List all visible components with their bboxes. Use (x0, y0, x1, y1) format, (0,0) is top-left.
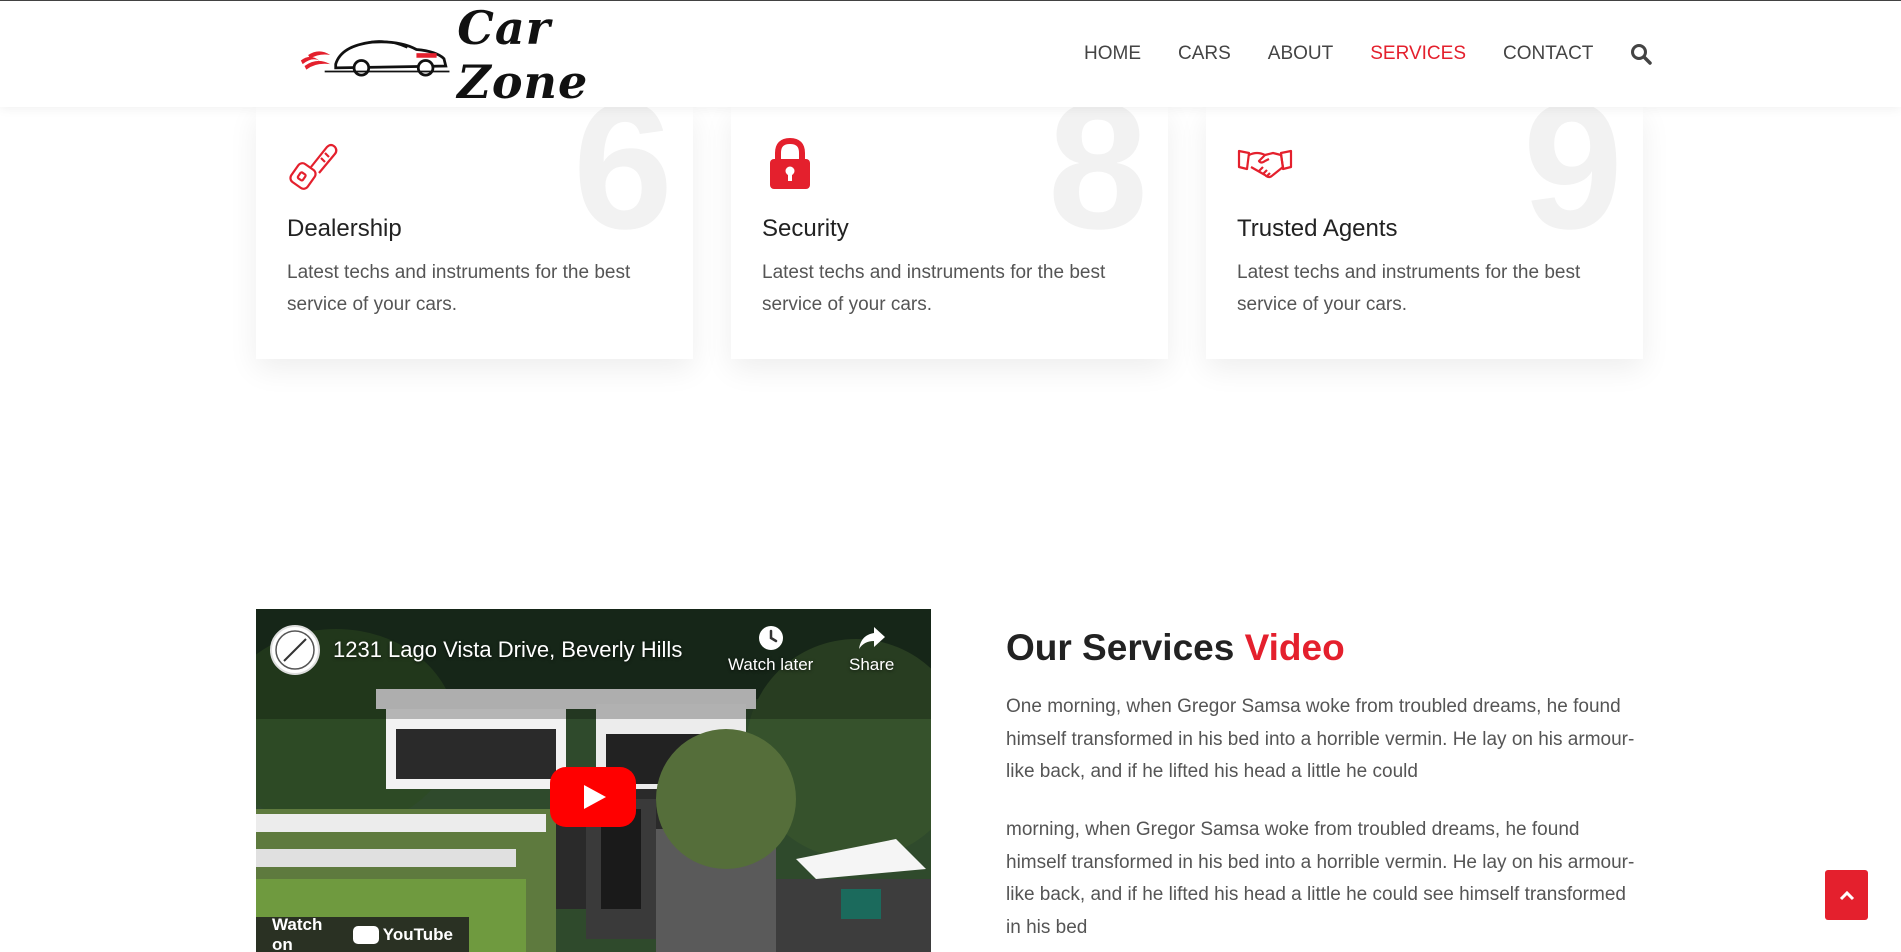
watch-later-label: Watch later (728, 655, 814, 674)
section-paragraph-1: One morning, when Gregor Samsa woke from… (1006, 696, 1635, 782)
section-title: Our Services Video (1006, 627, 1345, 669)
play-icon (584, 785, 606, 809)
car-logo-icon (300, 40, 450, 77)
brand-name: Car Zone (457, 1, 589, 109)
play-button[interactable] (550, 767, 636, 827)
service-card-dealership: 6 Dealership Latest techs and instrument… (256, 107, 693, 359)
compass-icon (275, 630, 315, 670)
brand-logo[interactable]: Car Zone (299, 1, 679, 109)
service-card-security: 8 Security Latest techs and instruments … (731, 107, 1168, 359)
nav-item-services[interactable]: SERVICES (1370, 43, 1466, 65)
card-number: 6 (572, 107, 673, 267)
key-icon (289, 143, 338, 190)
share-icon (858, 627, 885, 649)
clock-icon (758, 626, 783, 650)
lock-icon (770, 137, 810, 189)
section-title-accent: Video (1244, 627, 1345, 668)
youtube-video-embed[interactable]: 1231 Lago Vista Drive, Beverly Hills Wat… (256, 609, 931, 952)
search-icon[interactable] (1630, 43, 1653, 65)
nav-item-about[interactable]: ABOUT (1268, 43, 1333, 65)
card-text: Latest techs and instruments for the bes… (287, 262, 631, 315)
share-button[interactable]: Share (849, 625, 894, 675)
card-text: Latest techs and instruments for the bes… (1237, 262, 1581, 315)
handshake-icon (1237, 149, 1293, 179)
nav-item-home[interactable]: HOME (1084, 43, 1141, 65)
channel-avatar[interactable] (270, 625, 320, 675)
card-number: 8 (1047, 107, 1148, 267)
card-text: Latest techs and instruments for the bes… (762, 262, 1106, 315)
watch-later-button[interactable]: Watch later (728, 625, 813, 675)
card-number: 9 (1522, 107, 1623, 267)
nav-item-contact[interactable]: CONTACT (1503, 43, 1593, 65)
section-paragraph-2: morning, when Gregor Samsa woke from tro… (1006, 819, 1635, 938)
chevron-up-icon (1839, 890, 1854, 901)
section-title-main: Our Services (1006, 627, 1235, 668)
nav-item-cars[interactable]: CARS (1178, 43, 1231, 65)
card-title: Trusted Agents (1237, 215, 1398, 242)
watch-on-label: Watch on (272, 915, 323, 952)
watch-on-youtube-link[interactable]: Watch on YouTube (256, 915, 469, 952)
youtube-label: YouTube (382, 925, 453, 944)
main-nav: HOME CARS ABOUT SERVICES CONTACT (1084, 1, 1653, 107)
back-to-top-button[interactable] (1825, 870, 1868, 920)
share-label: Share (849, 655, 895, 674)
youtube-logo: YouTube (352, 925, 453, 945)
service-card-trusted-agents: 9 Trusted Agents Latest techs and instru… (1206, 107, 1643, 359)
youtube-play-icon (352, 926, 379, 944)
card-title: Security (762, 215, 849, 242)
video-title[interactable]: 1231 Lago Vista Drive, Beverly Hills (333, 637, 682, 663)
card-title: Dealership (287, 215, 402, 242)
site-header: Car Zone HOME CARS ABOUT SERVICES CONTAC… (0, 1, 1901, 109)
